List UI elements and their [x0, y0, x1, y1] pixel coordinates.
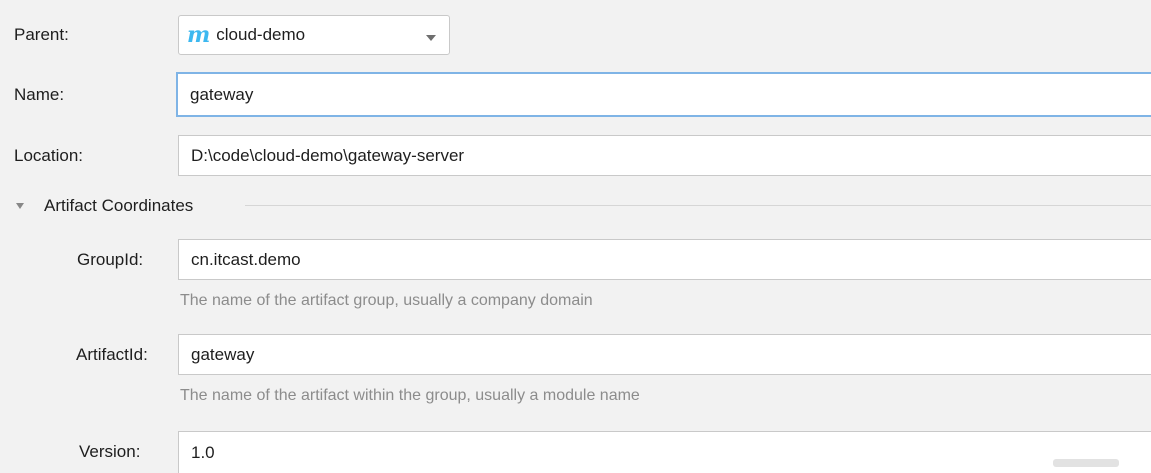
name-input[interactable]: gateway [176, 72, 1151, 117]
collapse-triangle-icon[interactable] [16, 203, 24, 209]
parent-label: Parent: [14, 25, 69, 44]
version-input[interactable]: 1.0 [178, 431, 1151, 473]
groupid-hint: The name of the artifact group, usually … [180, 292, 593, 309]
artifactid-label: ArtifactId: [76, 345, 148, 364]
version-input-value: 1.0 [191, 442, 215, 462]
groupid-input[interactable]: cn.itcast.demo [178, 239, 1151, 280]
maven-m-icon: m [187, 22, 211, 48]
location-input[interactable]: D:\code\cloud-demo\gateway-server [178, 135, 1151, 176]
groupid-input-value: cn.itcast.demo [191, 249, 301, 269]
groupid-label: GroupId: [77, 250, 144, 269]
location-label: Location: [14, 146, 83, 165]
chevron-down-icon[interactable] [426, 35, 436, 41]
artifactid-hint: The name of the artifact within the grou… [180, 387, 640, 404]
name-label: Name: [14, 85, 65, 104]
version-label: Version: [79, 442, 141, 461]
watermark [1053, 459, 1119, 467]
location-input-value: D:\code\cloud-demo\gateway-server [191, 145, 465, 165]
name-input-value: gateway [190, 84, 254, 104]
artifactid-input-value: gateway [191, 344, 255, 364]
section-divider [245, 205, 1151, 206]
parent-dropdown-value: cloud-demo [216, 25, 306, 44]
parent-dropdown[interactable]: m cloud-demo [178, 15, 450, 55]
artifactid-input[interactable]: gateway [178, 334, 1151, 375]
artifact-coordinates-header[interactable]: Artifact Coordinates [44, 195, 193, 217]
